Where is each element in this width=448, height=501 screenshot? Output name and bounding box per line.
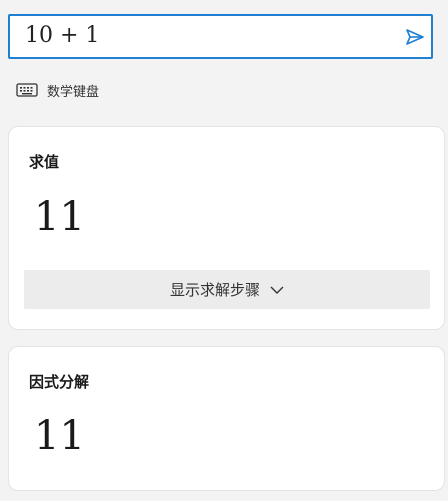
math-keyboard-button[interactable]: 数学键盘 <box>16 78 99 102</box>
send-icon[interactable] <box>405 27 425 47</box>
evaluate-title: 求值 <box>29 153 60 171</box>
evaluate-card: 求值 11 显示求解步骤 <box>8 126 445 330</box>
factor-card: 因式分解 11 <box>8 346 445 491</box>
keyboard-label: 数学键盘 <box>47 84 100 100</box>
input-expression[interactable]: 10 + 1 <box>25 23 99 48</box>
factor-title: 因式分解 <box>29 373 90 391</box>
factor-result: 11 <box>34 413 85 459</box>
math-input[interactable]: 10 + 1 <box>8 14 433 59</box>
keyboard-icon <box>16 83 38 97</box>
show-steps-button[interactable]: 显示求解步骤 <box>24 270 430 309</box>
evaluate-result: 11 <box>34 194 85 240</box>
chevron-down-icon <box>270 286 284 294</box>
show-steps-label: 显示求解步骤 <box>169 281 260 299</box>
